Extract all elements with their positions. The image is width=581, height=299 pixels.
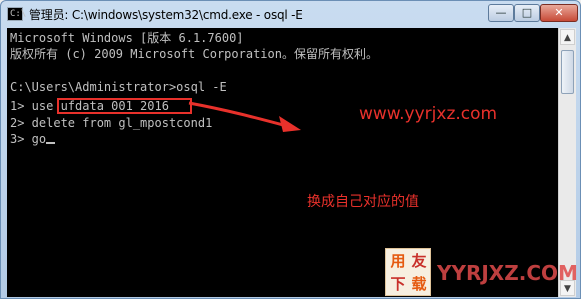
cmd-icon-label: C:\	[10, 9, 27, 19]
close-button[interactable]: ✕	[540, 4, 578, 22]
maximize-button[interactable]: □	[514, 4, 540, 22]
annotation-note: 换成自己对应的值	[307, 194, 419, 210]
arrow-icon	[188, 101, 301, 132]
minimize-button[interactable]: —	[488, 4, 514, 22]
console-area[interactable]: Microsoft Windows [版本 6.1.7600] 版权所有 (c)…	[7, 28, 558, 297]
window-title: 管理员: C:\windows\system32\cmd.exe - osql …	[29, 8, 303, 22]
console-line-7-text: 3> go	[10, 132, 47, 146]
cmd-icon[interactable]: C:\	[7, 7, 27, 21]
scroll-thumb[interactable]	[561, 50, 574, 94]
watermark-text: YYRJXZ.COM	[437, 261, 578, 285]
annotation-url: www.yyrjxz.com	[359, 104, 498, 124]
vertical-scrollbar[interactable]: ▲ ▼	[558, 28, 576, 297]
console-line-1: Microsoft Windows [版本 6.1.7600]	[10, 31, 244, 45]
watermark-char: 用	[390, 252, 406, 270]
highlight-box	[57, 98, 192, 114]
console-line-4: C:\Users\Administrator>osql -E	[10, 80, 227, 94]
scroll-up-button[interactable]: ▲	[560, 29, 575, 45]
watermark-char: 下	[390, 275, 406, 293]
title-bar[interactable]: C:\ 管理员: C:\windows\system32\cmd.exe - o…	[1, 1, 580, 27]
watermark-char: 友	[411, 252, 427, 270]
console-line-7: 3> go	[10, 132, 56, 146]
watermark-logo: 用 友 下 载	[385, 248, 431, 296]
cmd-window: C:\ 管理员: C:\windows\system32\cmd.exe - o…	[0, 0, 581, 299]
text-cursor	[46, 142, 56, 144]
watermark-char: 载	[411, 275, 427, 293]
console-line-6: 2> delete from gl_mpostcond1	[10, 116, 213, 130]
console-line-2: 版权所有 (c) 2009 Microsoft Corporation。保留所有…	[10, 47, 378, 61]
